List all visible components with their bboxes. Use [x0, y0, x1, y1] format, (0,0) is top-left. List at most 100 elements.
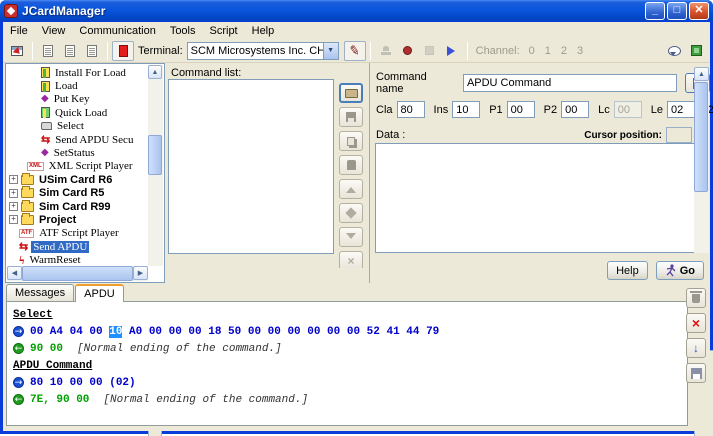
save-script-button[interactable] — [81, 41, 103, 61]
tree-item-usim-card-r6[interactable]: +USim Card R6 — [7, 173, 148, 186]
chevron-down-icon[interactable]: ▼ — [323, 43, 338, 59]
play-button[interactable] — [441, 41, 463, 61]
scroll-up-icon[interactable]: ▲ — [148, 65, 162, 79]
menu-view[interactable]: View — [35, 23, 73, 39]
scroll-left-icon[interactable]: ◀ — [7, 266, 22, 280]
expand-icon[interactable]: + — [9, 215, 18, 224]
tab-apdu[interactable]: APDU — [75, 284, 124, 302]
save-log-button[interactable] — [686, 363, 706, 383]
document-icon — [43, 45, 53, 57]
scroll-up-icon[interactable]: ▲ — [694, 67, 709, 81]
toolbar-separator — [370, 42, 371, 60]
highlighted-byte: 10 — [109, 326, 122, 338]
scrollbar-thumb[interactable] — [694, 82, 708, 192]
open-command-list-button[interactable] — [339, 83, 363, 103]
tab-messages[interactable]: Messages — [6, 284, 74, 301]
export-window-button[interactable] — [6, 41, 28, 61]
form-vertical-scrollbar[interactable]: ▲ ▼ — [694, 67, 709, 253]
menu-communication[interactable]: Communication — [72, 23, 162, 39]
go-button[interactable]: Go — [656, 261, 704, 280]
tree-item-warmreset[interactable]: ϟWarmReset — [7, 253, 148, 266]
p2-label: P2 — [544, 104, 557, 116]
tree-item-quick-load[interactable]: Quick Load — [7, 106, 148, 119]
record-button[interactable] — [397, 41, 419, 61]
move-down-button — [339, 227, 363, 247]
diamond-icon — [345, 207, 356, 218]
tree-item-put-key[interactable]: ◆Put Key — [7, 93, 148, 106]
open-script-button[interactable] — [59, 41, 81, 61]
tree-item-sim-card-r5[interactable]: +Sim Card R5 — [7, 187, 148, 200]
menu-tools[interactable]: Tools — [163, 23, 203, 39]
tree-item-send-apdu[interactable]: ⇆Send APDU — [7, 240, 148, 253]
p2-input[interactable] — [561, 101, 589, 118]
tree-item-select[interactable]: Select — [7, 120, 148, 133]
tree-item-project[interactable]: +Project — [7, 213, 148, 226]
tree-item-setstatus[interactable]: ◆SetStatus — [7, 146, 148, 159]
card-icon — [41, 81, 50, 92]
script-tree-panel: Install For Load Load ◆Put Key Quick Loa… — [5, 63, 165, 283]
p1-label: P1 — [489, 104, 502, 116]
move-up-button — [339, 179, 363, 199]
command-list-box[interactable] — [168, 79, 334, 254]
tree-item-send-apdu-secure[interactable]: ⇆Send APDU Secu — [7, 133, 148, 146]
chip-status-button[interactable] — [685, 41, 707, 61]
ins-label: Ins — [434, 104, 449, 116]
tree-item-sim-card-r99[interactable]: +Sim Card R99 — [7, 200, 148, 213]
menu-help[interactable]: Help — [245, 23, 282, 39]
maximize-button[interactable]: □ — [667, 2, 687, 20]
output-toolbar: × ↓ — [686, 288, 708, 388]
folder-icon — [21, 188, 34, 198]
log-command-line: →80 10 00 00 (02) — [13, 374, 681, 391]
toolbar-separator — [467, 42, 468, 60]
close-button[interactable]: ✕ — [689, 2, 709, 20]
log-header: Select — [13, 309, 53, 321]
arrow-down-icon — [346, 233, 356, 244]
log-response-line: ←90 00[Normal ending of the command.] — [13, 340, 681, 357]
lc-label: Lc — [598, 104, 610, 116]
p1-input[interactable] — [507, 101, 535, 118]
send-apdu-icon: ⇆ — [19, 242, 28, 252]
ins-input[interactable] — [452, 101, 480, 118]
scrollbar-thumb[interactable] — [22, 266, 133, 281]
floppy-icon — [691, 368, 702, 379]
title-bar[interactable]: JCardManager _ □ ✕ — [0, 0, 713, 22]
download-arrow-icon: ↓ — [693, 342, 699, 354]
tree-horizontal-scrollbar[interactable]: ◀ ▶ — [7, 266, 148, 281]
tree-vertical-scrollbar[interactable]: ▲ ▼ — [148, 65, 163, 266]
arrow-up-icon — [346, 182, 356, 193]
help-button[interactable]: Help — [607, 261, 648, 280]
new-script-button[interactable] — [37, 41, 59, 61]
clear-log-button[interactable] — [686, 288, 706, 308]
expand-icon[interactable]: + — [9, 189, 18, 198]
hint-button[interactable] — [663, 41, 685, 61]
terminal-combobox[interactable]: SCM Microsystems Inc. CHIPDRIVE Se... ▼ — [187, 42, 339, 60]
channel-1: 1 — [545, 45, 551, 57]
minimize-button[interactable]: _ — [645, 2, 665, 20]
window-title: JCardManager — [22, 4, 643, 18]
data-textarea[interactable] — [375, 143, 695, 253]
tree: Install For Load Load ◆Put Key Quick Loa… — [7, 66, 148, 266]
menu-file[interactable]: File — [3, 23, 35, 39]
apdu-log[interactable]: Select →00 A4 04 00 10 A0 00 00 00 18 50… — [6, 301, 688, 426]
expand-icon[interactable]: + — [9, 175, 18, 184]
cla-input[interactable] — [397, 101, 425, 118]
edit-pen-button[interactable]: ✎ — [344, 41, 366, 61]
export-log-button[interactable]: ↓ — [686, 338, 706, 358]
le-input[interactable] — [667, 101, 695, 118]
status-icon: ◆ — [41, 148, 49, 158]
expand-icon[interactable]: + — [9, 202, 18, 211]
card-reader-button[interactable] — [112, 41, 134, 61]
delete-log-button[interactable]: × — [686, 313, 706, 333]
command-name-input[interactable] — [463, 74, 677, 92]
tree-item-atf-script-player[interactable]: ATFATF Script Player — [7, 227, 148, 240]
folder-icon — [21, 215, 34, 225]
channel-label: Channel: — [476, 45, 520, 57]
tree-item-install-for-load[interactable]: Install For Load — [7, 66, 148, 79]
scroll-right-icon[interactable]: ▶ — [133, 266, 148, 280]
delete-icon: × — [347, 255, 354, 267]
key-icon: ◆ — [41, 94, 49, 104]
scrollbar-thumb[interactable] — [148, 135, 162, 175]
menu-script[interactable]: Script — [203, 23, 245, 39]
tree-item-xml-script-player[interactable]: XMLXML Script Player — [7, 160, 148, 173]
tree-item-load[interactable]: Load — [7, 79, 148, 92]
